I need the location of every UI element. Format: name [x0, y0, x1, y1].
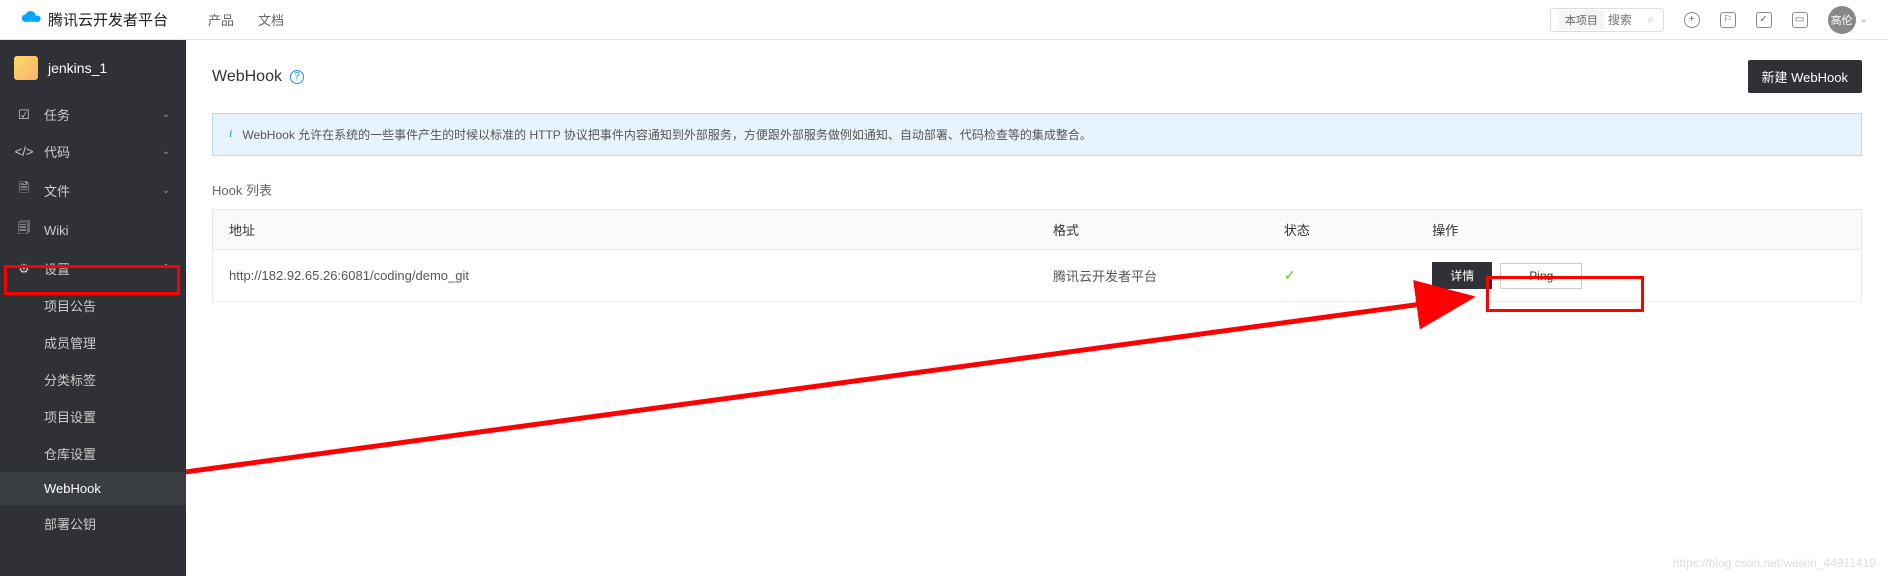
project-name: jenkins_1: [48, 60, 107, 76]
project-header[interactable]: jenkins_1: [0, 40, 186, 96]
gear-icon: ⚙: [16, 261, 32, 277]
sidebar-item-code[interactable]: </> 代码 ⌄: [0, 133, 186, 170]
nav-docs[interactable]: 文档: [258, 10, 284, 29]
cell-action: 详情 Ping: [1416, 250, 1861, 302]
tasks-icon: ☑: [16, 107, 32, 123]
checkbox-icon[interactable]: ✓: [1756, 12, 1772, 28]
sidebar-item-tasks[interactable]: ☑ 任务 ⌄: [0, 96, 186, 133]
table-row: http://182.92.65.26:6081/coding/demo_git…: [213, 250, 1862, 302]
platform-name: 腾讯云开发者平台: [48, 9, 168, 30]
chevron-down-icon: ⌄: [162, 146, 170, 157]
chevron-down-icon: ⌄: [1860, 14, 1868, 25]
col-header-action: 操作: [1416, 210, 1861, 250]
info-icon: i: [229, 126, 232, 143]
sidebar-sub-labels[interactable]: 分类标签: [0, 361, 186, 398]
nav-label: 设置: [44, 259, 70, 278]
project-avatar: [14, 56, 38, 80]
wiki-icon: 🗐: [16, 219, 32, 241]
sidebar-sub-members[interactable]: 成员管理: [0, 324, 186, 361]
sidebar-item-wiki[interactable]: 🗐 Wiki: [0, 210, 186, 250]
code-icon: </>: [16, 144, 32, 159]
plus-icon[interactable]: +: [1684, 12, 1700, 28]
chevron-up-icon: ⌃: [162, 263, 170, 274]
notification-icon[interactable]: ⚐: [1720, 12, 1736, 28]
top-nav: 产品 文档: [208, 10, 284, 29]
page-title-group: WebHook ?: [212, 68, 304, 86]
top-bar: 腾讯云开发者平台 产品 文档 本项目 ⌕ + ⚐ ✓ ▭ 高伦 ⌄: [0, 0, 1888, 40]
cell-url: http://182.92.65.26:6081/coding/demo_git: [213, 250, 1038, 302]
sidebar: jenkins_1 ☑ 任务 ⌄ </> 代码 ⌄ 🗎 文件 ⌄ 🗐 Wiki …: [0, 40, 186, 576]
monitor-icon[interactable]: ▭: [1792, 12, 1808, 28]
tencent-cloud-logo-icon: [20, 9, 42, 31]
nav-label: Wiki: [44, 223, 69, 238]
avatar: 高伦: [1828, 6, 1856, 34]
webhook-table: 地址 格式 状态 操作 http://182.92.65.26:6081/cod…: [212, 209, 1862, 302]
detail-button[interactable]: 详情: [1432, 262, 1492, 289]
new-webhook-button[interactable]: 新建 WebHook: [1748, 60, 1862, 93]
search-box[interactable]: 本项目 ⌕: [1550, 8, 1664, 32]
sidebar-sub-announcement[interactable]: 项目公告: [0, 287, 186, 324]
sidebar-item-files[interactable]: 🗎 文件 ⌄: [0, 170, 186, 210]
sidebar-sub-deploy-keys[interactable]: 部署公钥: [0, 505, 186, 542]
cell-format: 腾讯云开发者平台: [1037, 250, 1268, 302]
info-text: WebHook 允许在系统的一些事件产生的时候以标准的 HTTP 协议把事件内容…: [242, 126, 1092, 143]
top-right: 本项目 ⌕ + ⚐ ✓ ▭ 高伦 ⌄: [1550, 6, 1868, 34]
col-header-format: 格式: [1037, 210, 1268, 250]
chevron-down-icon: ⌄: [162, 185, 170, 196]
col-header-url: 地址: [213, 210, 1038, 250]
nav-label: 任务: [44, 105, 70, 124]
help-icon[interactable]: ?: [290, 70, 304, 84]
col-header-status: 状态: [1268, 210, 1416, 250]
sidebar-sub-repo-settings[interactable]: 仓库设置: [0, 435, 186, 472]
user-menu[interactable]: 高伦 ⌄: [1828, 6, 1868, 34]
search-input[interactable]: [1608, 13, 1648, 27]
sidebar-sub-project-settings[interactable]: 项目设置: [0, 398, 186, 435]
page-title: WebHook: [212, 68, 282, 86]
main-content: WebHook ? 新建 WebHook i WebHook 允许在系统的一些事…: [186, 40, 1888, 576]
logo-group: 腾讯云开发者平台: [20, 9, 168, 31]
page-header: WebHook ? 新建 WebHook: [212, 60, 1862, 93]
nav-label: 文件: [44, 181, 70, 200]
watermark: https://blog.csdn.net/weixin_44911419: [1673, 556, 1876, 570]
search-icon[interactable]: ⌕: [1648, 12, 1655, 27]
search-scope[interactable]: 本项目: [1559, 10, 1604, 30]
list-title: Hook 列表: [212, 180, 1862, 199]
nav-label: 代码: [44, 142, 70, 161]
chevron-down-icon: ⌄: [162, 109, 170, 120]
ping-button[interactable]: Ping: [1500, 263, 1582, 289]
file-icon: 🗎: [16, 179, 32, 201]
nav-products[interactable]: 产品: [208, 10, 234, 29]
cell-status: ✓: [1268, 250, 1416, 302]
sidebar-item-settings[interactable]: ⚙ 设置 ⌃: [0, 250, 186, 287]
sidebar-sub-webhook[interactable]: WebHook: [0, 472, 186, 505]
check-icon: ✓: [1284, 267, 1296, 283]
info-banner: i WebHook 允许在系统的一些事件产生的时候以标准的 HTTP 协议把事件…: [212, 113, 1862, 156]
